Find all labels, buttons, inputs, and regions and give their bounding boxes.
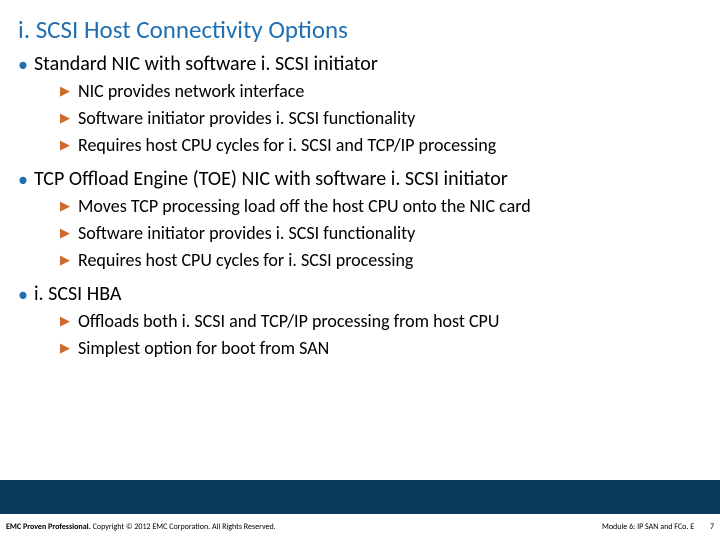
sub-list: ▶ Offloads both i. SCSI and TCP/IP proce…	[60, 309, 702, 361]
bullet-item: • i. SCSI HBA	[18, 281, 702, 307]
sub-item: ▶ NIC provides network interface	[60, 79, 702, 104]
footer-right: Module 6: IP SAN and FCo. E 7	[602, 522, 714, 532]
bullet-text: i. SCSI HBA	[34, 281, 121, 307]
arrow-icon: ▶	[60, 249, 70, 273]
bullet-item: • TCP Offload Engine (TOE) NIC with soft…	[18, 166, 702, 192]
bullet-dot-icon: •	[18, 168, 28, 192]
page-number: 7	[710, 522, 714, 532]
sub-list: ▶ NIC provides network interface ▶ Softw…	[60, 79, 702, 158]
footer-module: Module 6: IP SAN and FCo. E	[602, 522, 694, 532]
sub-item: ▶ Simplest option for boot from SAN	[60, 336, 702, 361]
sub-text: NIC provides network interface	[78, 79, 304, 103]
slide-content: • Standard NIC with software i. SCSI ini…	[0, 51, 720, 540]
sub-item: ▶ Offloads both i. SCSI and TCP/IP proce…	[60, 309, 702, 334]
arrow-icon: ▶	[60, 222, 70, 246]
sub-text: Simplest option for boot from SAN	[78, 336, 329, 360]
arrow-icon: ▶	[60, 80, 70, 104]
sub-text: Moves TCP processing load off the host C…	[78, 194, 531, 218]
bullet-text: TCP Offload Engine (TOE) NIC with softwa…	[34, 166, 508, 192]
arrow-icon: ▶	[60, 107, 70, 131]
bullet-dot-icon: •	[18, 283, 28, 307]
sub-text: Software initiator provides i. SCSI func…	[78, 106, 415, 130]
sub-item: ▶ Moves TCP processing load off the host…	[60, 194, 702, 219]
arrow-icon: ▶	[60, 134, 70, 158]
bullet-text: Standard NIC with software i. SCSI initi…	[34, 51, 378, 77]
footer-copyright: EMC Proven Professional. Copyright © 201…	[6, 522, 276, 532]
footer-brand: EMC Proven Professional.	[6, 522, 91, 532]
footer-rest: Copyright © 2012 EMC Corporation. All Ri…	[91, 522, 276, 532]
sub-text: Offloads both i. SCSI and TCP/IP process…	[78, 309, 499, 333]
sub-item: ▶ Software initiator provides i. SCSI fu…	[60, 221, 702, 246]
sub-text: Requires host CPU cycles for i. SCSI pro…	[78, 248, 413, 272]
sub-item: ▶ Requires host CPU cycles for i. SCSI a…	[60, 133, 702, 158]
sub-item: ▶ Requires host CPU cycles for i. SCSI p…	[60, 248, 702, 273]
arrow-icon: ▶	[60, 195, 70, 219]
sub-list: ▶ Moves TCP processing load off the host…	[60, 194, 702, 273]
arrow-icon: ▶	[60, 310, 70, 334]
slide-title: i. SCSI Host Connectivity Options	[0, 0, 720, 51]
sub-text: Requires host CPU cycles for i. SCSI and…	[78, 133, 496, 157]
bullet-item: • Standard NIC with software i. SCSI ini…	[18, 51, 702, 77]
footer-band	[0, 480, 720, 514]
arrow-icon: ▶	[60, 337, 70, 361]
sub-text: Software initiator provides i. SCSI func…	[78, 221, 415, 245]
sub-item: ▶ Software initiator provides i. SCSI fu…	[60, 106, 702, 131]
bullet-dot-icon: •	[18, 53, 28, 77]
